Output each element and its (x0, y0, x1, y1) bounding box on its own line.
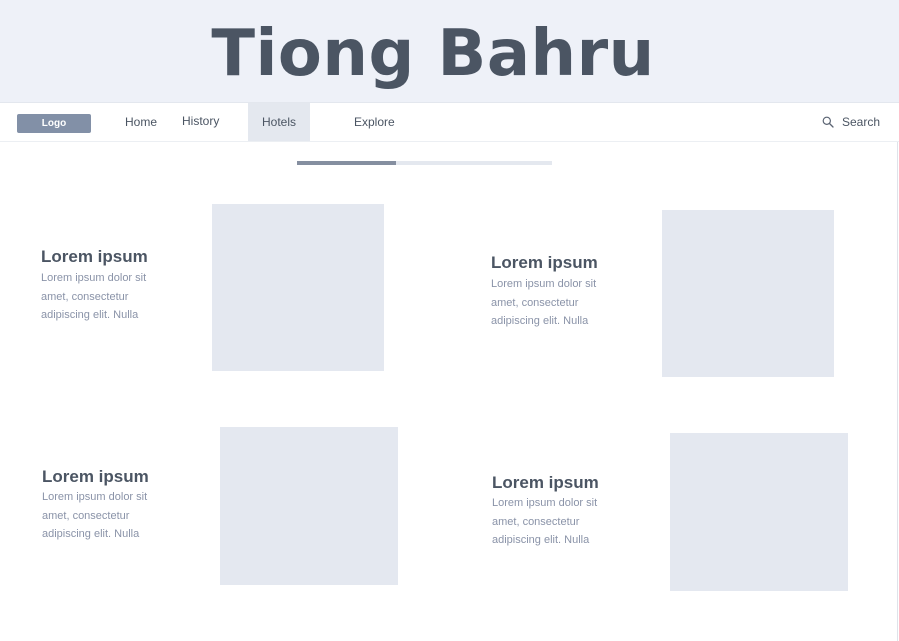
logo[interactable]: Logo (17, 114, 91, 133)
search-label: Search (842, 115, 881, 129)
card-text: Lorem ipsum dolor sit amet, consectetur … (42, 491, 148, 540)
hero-banner: Tiong Bahru (0, 0, 899, 103)
navigation-bar: Logo Home History Hotels Explore Search (0, 103, 899, 142)
card-title: Lorem ipsum (491, 253, 598, 272)
progress-fill (297, 161, 397, 165)
card-title: Lorem ipsum (41, 247, 148, 266)
nav-item-hotels[interactable]: Hotels (248, 103, 310, 141)
search-icon (822, 116, 834, 128)
page-edge-divider (897, 142, 898, 641)
progress-bar[interactable] (297, 161, 552, 165)
search-button[interactable]: Search (820, 103, 880, 141)
card-image-placeholder[interactable] (212, 204, 384, 371)
page-title: Tiong Bahru (211, 17, 655, 91)
card-image-placeholder[interactable] (220, 427, 398, 585)
card-title: Lorem ipsum (492, 473, 599, 492)
card-text: Lorem ipsum dolor sit amet, consectetur … (41, 272, 147, 321)
card-image-placeholder[interactable] (670, 433, 848, 591)
card-text: Lorem ipsum dolor sit amet, consectetur … (492, 497, 598, 546)
card-text: Lorem ipsum dolor sit amet, consectetur … (491, 278, 597, 327)
nav-item-history[interactable]: History (182, 102, 219, 140)
card-title: Lorem ipsum (42, 467, 149, 486)
card-image-placeholder[interactable] (662, 210, 834, 377)
nav-item-explore[interactable]: Explore (354, 103, 395, 141)
nav-item-home[interactable]: Home (125, 103, 157, 141)
